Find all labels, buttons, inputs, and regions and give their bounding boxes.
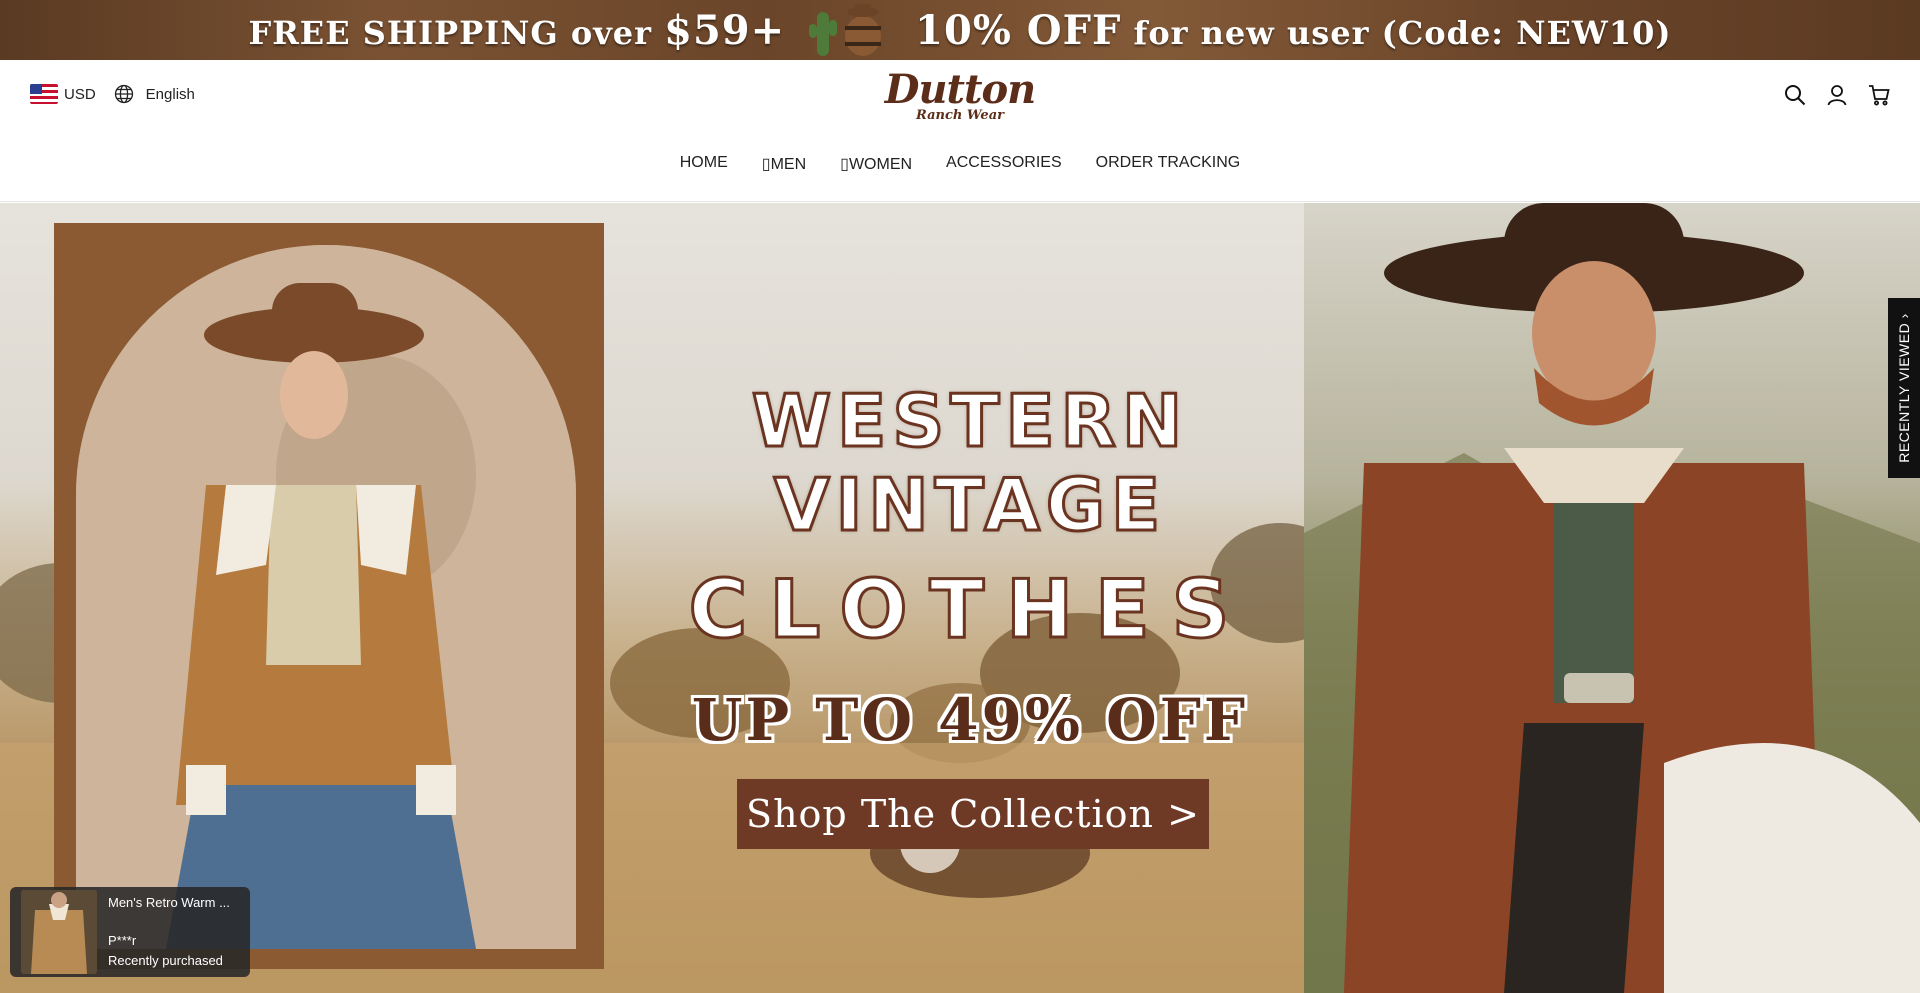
- hero-banner[interactable]: WESTERN VINTAGE CLOTHES UP TO 49% OFF Sh…: [0, 203, 1920, 993]
- language-label: English: [145, 85, 195, 103]
- men-model-photo: [1304, 203, 1920, 993]
- header-actions: [1784, 84, 1890, 106]
- nav-item-home[interactable]: HOME: [680, 154, 728, 174]
- recently-viewed-label: RECENTLY VIEWED: [1896, 322, 1913, 463]
- logo-wordmark: Dutton: [884, 66, 1036, 113]
- new-user-discount-text: 10% OFF for new user (Code: NEW10): [915, 6, 1672, 54]
- globe-icon: [114, 84, 133, 104]
- currency-selector[interactable]: USD: [64, 86, 96, 103]
- popup-buyer-name: P***r: [108, 933, 137, 948]
- women-model-photo: [54, 223, 604, 969]
- site-header: USD English Dutton Ranch Wear HOME ▯MEN …: [0, 60, 1920, 202]
- product-thumbnail[interactable]: [21, 890, 97, 974]
- account-icon[interactable]: [1826, 84, 1848, 106]
- hero-title-line2: CLOTHES: [687, 562, 1252, 658]
- nav-item-order-tracking[interactable]: ORDER TRACKING: [1096, 154, 1241, 174]
- hero-headline: WESTERN VINTAGE CLOTHES UP TO 49% OFF: [560, 378, 1380, 755]
- popup-status-text: Recently purchased: [108, 953, 223, 968]
- nav-item-accessories[interactable]: ACCESSORIES: [946, 154, 1062, 174]
- nav-item-men[interactable]: ▯MEN: [762, 154, 806, 174]
- missing-glyph-icon: ▯: [840, 156, 849, 173]
- main-nav: HOME ▯MEN ▯WOMEN ACCESSORIES ORDER TRACK…: [0, 154, 1920, 174]
- locale-selector: USD English: [30, 84, 195, 104]
- cactus-barrel-icon: [807, 2, 893, 58]
- brand-logo[interactable]: Dutton Ranch Wear: [880, 68, 1040, 134]
- popup-product-name[interactable]: Men's Retro Warm ...: [108, 895, 230, 910]
- shop-collection-button[interactable]: Shop The Collection >: [737, 779, 1209, 849]
- hero-title-line1: WESTERN VINTAGE: [750, 378, 1189, 549]
- nav-item-women[interactable]: ▯WOMEN: [840, 154, 912, 174]
- language-selector[interactable]: English: [114, 84, 195, 104]
- announcement-bar[interactable]: FREE SHIPPING over $59+ 10% OFF for new …: [0, 0, 1920, 60]
- search-icon[interactable]: [1784, 84, 1806, 106]
- us-flag-icon[interactable]: [30, 84, 58, 104]
- chevron-up-icon: ›: [1896, 313, 1913, 319]
- recent-purchase-popup[interactable]: Men's Retro Warm ... P***r Recently purc…: [10, 887, 250, 977]
- hero-discount-text: UP TO 49% OFF: [691, 686, 1249, 754]
- free-shipping-text: FREE SHIPPING over $59+: [248, 6, 786, 54]
- missing-glyph-icon: ▯: [761, 156, 771, 173]
- recently-viewed-tab[interactable]: RECENTLY VIEWED ›: [1888, 298, 1920, 478]
- cart-icon[interactable]: [1868, 84, 1890, 106]
